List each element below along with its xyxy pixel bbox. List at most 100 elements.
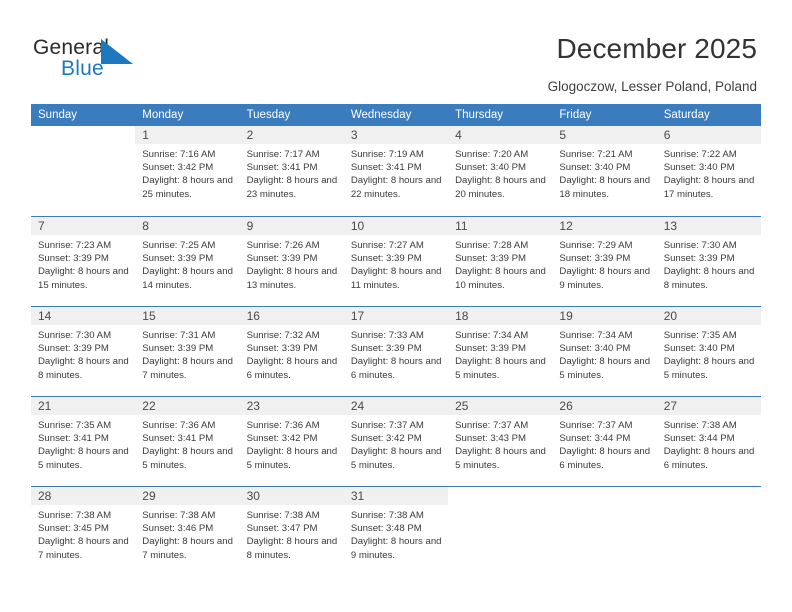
calendar-day-cell[interactable]: 6 Sunrise: 7:22 AM Sunset: 3:40 PM Daylight… — [656, 126, 761, 216]
sunrise-text: Sunrise: 7:27 AM — [350, 240, 424, 251]
sunrise-text: Sunrise: 7:17 AM — [246, 149, 320, 160]
calendar-day-cell[interactable]: 14 Sunrise: 7:30 AM Sunset: 3:39 PM Dayligh… — [31, 307, 136, 396]
sunrise-text: Sunrise: 7:28 AM — [455, 240, 529, 251]
weekday-header-tuesday: Tuesday — [246, 109, 291, 121]
sunrise-text: Sunrise: 7:34 AM — [559, 330, 633, 341]
daylight-text: Daylight: 8 hours and 23 minutes. — [246, 175, 338, 200]
calendar-day-cell[interactable]: 9 Sunrise: 7:26 AM Sunset: 3:39 PM Daylight… — [239, 217, 344, 306]
calendar-day-cell[interactable]: 2 Sunrise: 7:17 AM Sunset: 3:41 PM Daylight… — [239, 126, 344, 216]
day-sun-info: Sunrise: 7:21 AM Sunset: 3:40 PM Daylight:… — [552, 144, 656, 201]
logo-triangle-icon — [101, 39, 133, 64]
calendar-day-cell[interactable]: 29 Sunrise: 7:38 AM Sunset: 3:46 PM Dayligh… — [135, 487, 240, 576]
day-number: 28 — [31, 487, 136, 505]
sunrise-text: Sunrise: 7:32 AM — [246, 330, 320, 341]
day-sun-info: Sunrise: 7:34 AM Sunset: 3:39 PM Daylight:… — [448, 325, 552, 382]
day-number: 27 — [656, 397, 761, 415]
sunrise-text: Sunrise: 7:25 AM — [142, 240, 216, 251]
sunset-text: Sunset: 3:42 PM — [350, 433, 422, 445]
weekday-header-monday: Monday — [142, 109, 184, 121]
calendar-day-cell[interactable]: 25 Sunrise: 7:37 AM Sunset: 3:43 PM Dayligh… — [448, 397, 553, 486]
calendar-day-cell[interactable]: 4 Sunrise: 7:20 AM Sunset: 3:40 PM Daylight… — [448, 126, 553, 216]
day-sun-info: Sunrise: 7:36 AM Sunset: 3:41 PM Daylight:… — [135, 415, 239, 472]
day-sun-info: Sunrise: 7:17 AM Sunset: 3:41 PM Daylight:… — [240, 144, 344, 201]
calendar-week-row: 21 Sunrise: 7:35 AM Sunset: 3:41 PM Dayligh… — [31, 396, 761, 486]
calendar-day-cell[interactable]: 3 Sunrise: 7:19 AM Sunset: 3:41 PM Daylight… — [343, 126, 449, 216]
calendar-day-cell[interactable]: 11 Sunrise: 7:28 AM Sunset: 3:39 PM Dayligh… — [448, 217, 553, 306]
day-number: 22 — [135, 397, 240, 415]
calendar-day-cell[interactable]: 1 Sunrise: 7:16 AM Sunset: 3:42 PM Daylight… — [135, 126, 240, 216]
calendar-day-cell[interactable]: 22 Sunrise: 7:36 AM Sunset: 3:41 PM Dayligh… — [135, 397, 240, 486]
daylight-text: Daylight: 8 hours and 20 minutes. — [455, 175, 546, 200]
calendar-day-cell[interactable]: 31 Sunrise: 7:38 AM Sunset: 3:48 PM Dayligh… — [343, 487, 449, 576]
sunset-text: Sunset: 3:42 PM — [142, 162, 214, 174]
calendar-week-row: 7 Sunrise: 7:23 AM Sunset: 3:39 PM Daylight… — [31, 216, 761, 306]
calendar-day-cell[interactable]: 17 Sunrise: 7:33 AM Sunset: 3:39 PM Dayligh… — [343, 307, 449, 396]
day-sun-info: Sunrise: 7:38 AM Sunset: 3:47 PM Daylight:… — [240, 505, 344, 562]
sunset-text: Sunset: 3:40 PM — [559, 162, 631, 174]
calendar-day-cell[interactable]: 21 Sunrise: 7:35 AM Sunset: 3:41 PM Dayligh… — [31, 397, 136, 486]
day-sun-info: Sunrise: 7:36 AM Sunset: 3:42 PM Daylight:… — [240, 415, 344, 472]
sunset-text: Sunset: 3:41 PM — [350, 162, 422, 174]
sunrise-text: Sunrise: 7:20 AM — [455, 149, 529, 160]
day-sun-info: Sunrise: 7:19 AM Sunset: 3:41 PM Daylight:… — [344, 144, 448, 201]
day-sun-info: Sunrise: 7:38 AM Sunset: 3:44 PM Daylight:… — [657, 415, 761, 472]
sunrise-text: Sunrise: 7:21 AM — [559, 149, 633, 160]
calendar-day-cell[interactable]: 18 Sunrise: 7:34 AM Sunset: 3:39 PM Dayligh… — [448, 307, 553, 396]
calendar-day-cell[interactable]: 20 Sunrise: 7:35 AM Sunset: 3:40 PM Dayligh… — [656, 307, 761, 396]
calendar-day-cell[interactable]: 24 Sunrise: 7:37 AM Sunset: 3:42 PM Dayligh… — [343, 397, 449, 486]
day-number: 11 — [448, 217, 553, 235]
day-number: 23 — [239, 397, 344, 415]
day-sun-info: Sunrise: 7:37 AM Sunset: 3:43 PM Daylight:… — [448, 415, 552, 472]
day-sun-info: Sunrise: 7:35 AM Sunset: 3:41 PM Daylight:… — [31, 415, 135, 472]
sunset-text: Sunset: 3:40 PM — [559, 343, 631, 355]
calendar-day-cell[interactable]: 27 Sunrise: 7:38 AM Sunset: 3:44 PM Dayligh… — [656, 397, 761, 486]
calendar-day-cell[interactable]: 16 Sunrise: 7:32 AM Sunset: 3:39 PM Dayligh… — [239, 307, 344, 396]
daylight-text: Daylight: 8 hours and 6 minutes. — [246, 356, 338, 381]
calendar-day-cell[interactable]: 28 Sunrise: 7:38 AM Sunset: 3:45 PM Dayligh… — [31, 487, 136, 576]
daylight-text: Daylight: 8 hours and 9 minutes. — [350, 536, 442, 561]
sunset-text: Sunset: 3:40 PM — [663, 343, 735, 355]
calendar-day-cell[interactable]: 5 Sunrise: 7:21 AM Sunset: 3:40 PM Daylight… — [552, 126, 657, 216]
daylight-text: Daylight: 8 hours and 10 minutes. — [455, 266, 546, 291]
calendar-day-cell[interactable]: 23 Sunrise: 7:36 AM Sunset: 3:42 PM Dayligh… — [239, 397, 344, 486]
calendar-day-cell[interactable]: 7 Sunrise: 7:23 AM Sunset: 3:39 PM Daylight… — [31, 217, 136, 306]
day-number: 24 — [343, 397, 449, 415]
calendar-day-cell[interactable]: 8 Sunrise: 7:25 AM Sunset: 3:39 PM Daylight… — [135, 217, 240, 306]
daylight-text: Daylight: 8 hours and 7 minutes. — [142, 536, 233, 561]
sunrise-text: Sunrise: 7:23 AM — [38, 240, 112, 251]
sunrise-text: Sunrise: 7:35 AM — [663, 330, 737, 341]
weekday-header-friday: Friday — [559, 109, 592, 121]
calendar-day-cell[interactable]: 12 Sunrise: 7:29 AM Sunset: 3:39 PM Dayligh… — [552, 217, 657, 306]
daylight-text: Daylight: 8 hours and 5 minutes. — [246, 446, 338, 471]
sunset-text: Sunset: 3:39 PM — [455, 253, 527, 265]
sunset-text: Sunset: 3:41 PM — [246, 162, 318, 174]
calendar-day-cell[interactable]: 30 Sunrise: 7:38 AM Sunset: 3:47 PM Dayligh… — [239, 487, 344, 576]
sunset-text: Sunset: 3:47 PM — [246, 523, 318, 535]
daylight-text: Daylight: 8 hours and 9 minutes. — [559, 266, 651, 291]
day-number: 14 — [31, 307, 136, 325]
sunrise-text: Sunrise: 7:35 AM — [38, 420, 112, 431]
day-sun-info: Sunrise: 7:30 AM Sunset: 3:39 PM Daylight:… — [31, 325, 135, 382]
calendar-day-cell[interactable]: 26 Sunrise: 7:37 AM Sunset: 3:44 PM Dayligh… — [552, 397, 657, 486]
calendar-day-cell[interactable]: 15 Sunrise: 7:31 AM Sunset: 3:39 PM Dayligh… — [135, 307, 240, 396]
calendar-day-cell[interactable]: 13 Sunrise: 7:30 AM Sunset: 3:39 PM Dayligh… — [656, 217, 761, 306]
daylight-text: Daylight: 8 hours and 6 minutes. — [559, 446, 651, 471]
sunset-text: Sunset: 3:39 PM — [350, 253, 422, 265]
day-sun-info: Sunrise: 7:29 AM Sunset: 3:39 PM Daylight:… — [552, 235, 656, 292]
sunset-text: Sunset: 3:40 PM — [663, 162, 735, 174]
day-sun-info: Sunrise: 7:20 AM Sunset: 3:40 PM Daylight:… — [448, 144, 552, 201]
sunset-text: Sunset: 3:39 PM — [559, 253, 631, 265]
daylight-text: Daylight: 8 hours and 7 minutes. — [38, 536, 129, 561]
calendar-day-cell[interactable]: 10 Sunrise: 7:27 AM Sunset: 3:39 PM Dayligh… — [343, 217, 449, 306]
day-sun-info: Sunrise: 7:31 AM Sunset: 3:39 PM Daylight:… — [135, 325, 239, 382]
day-number: 18 — [448, 307, 553, 325]
daylight-text: Daylight: 8 hours and 8 minutes. — [663, 266, 755, 291]
day-sun-info: Sunrise: 7:38 AM Sunset: 3:48 PM Daylight:… — [344, 505, 448, 562]
day-sun-info: Sunrise: 7:38 AM Sunset: 3:46 PM Daylight:… — [135, 505, 239, 562]
calendar-day-cell[interactable]: 19 Sunrise: 7:34 AM Sunset: 3:40 PM Dayligh… — [552, 307, 657, 396]
day-sun-info: Sunrise: 7:34 AM Sunset: 3:40 PM Daylight:… — [552, 325, 656, 382]
day-sun-info: Sunrise: 7:38 AM Sunset: 3:45 PM Daylight:… — [31, 505, 135, 562]
sunrise-text: Sunrise: 7:29 AM — [559, 240, 633, 251]
day-number: 7 — [31, 217, 136, 235]
sunrise-text: Sunrise: 7:33 AM — [350, 330, 424, 341]
